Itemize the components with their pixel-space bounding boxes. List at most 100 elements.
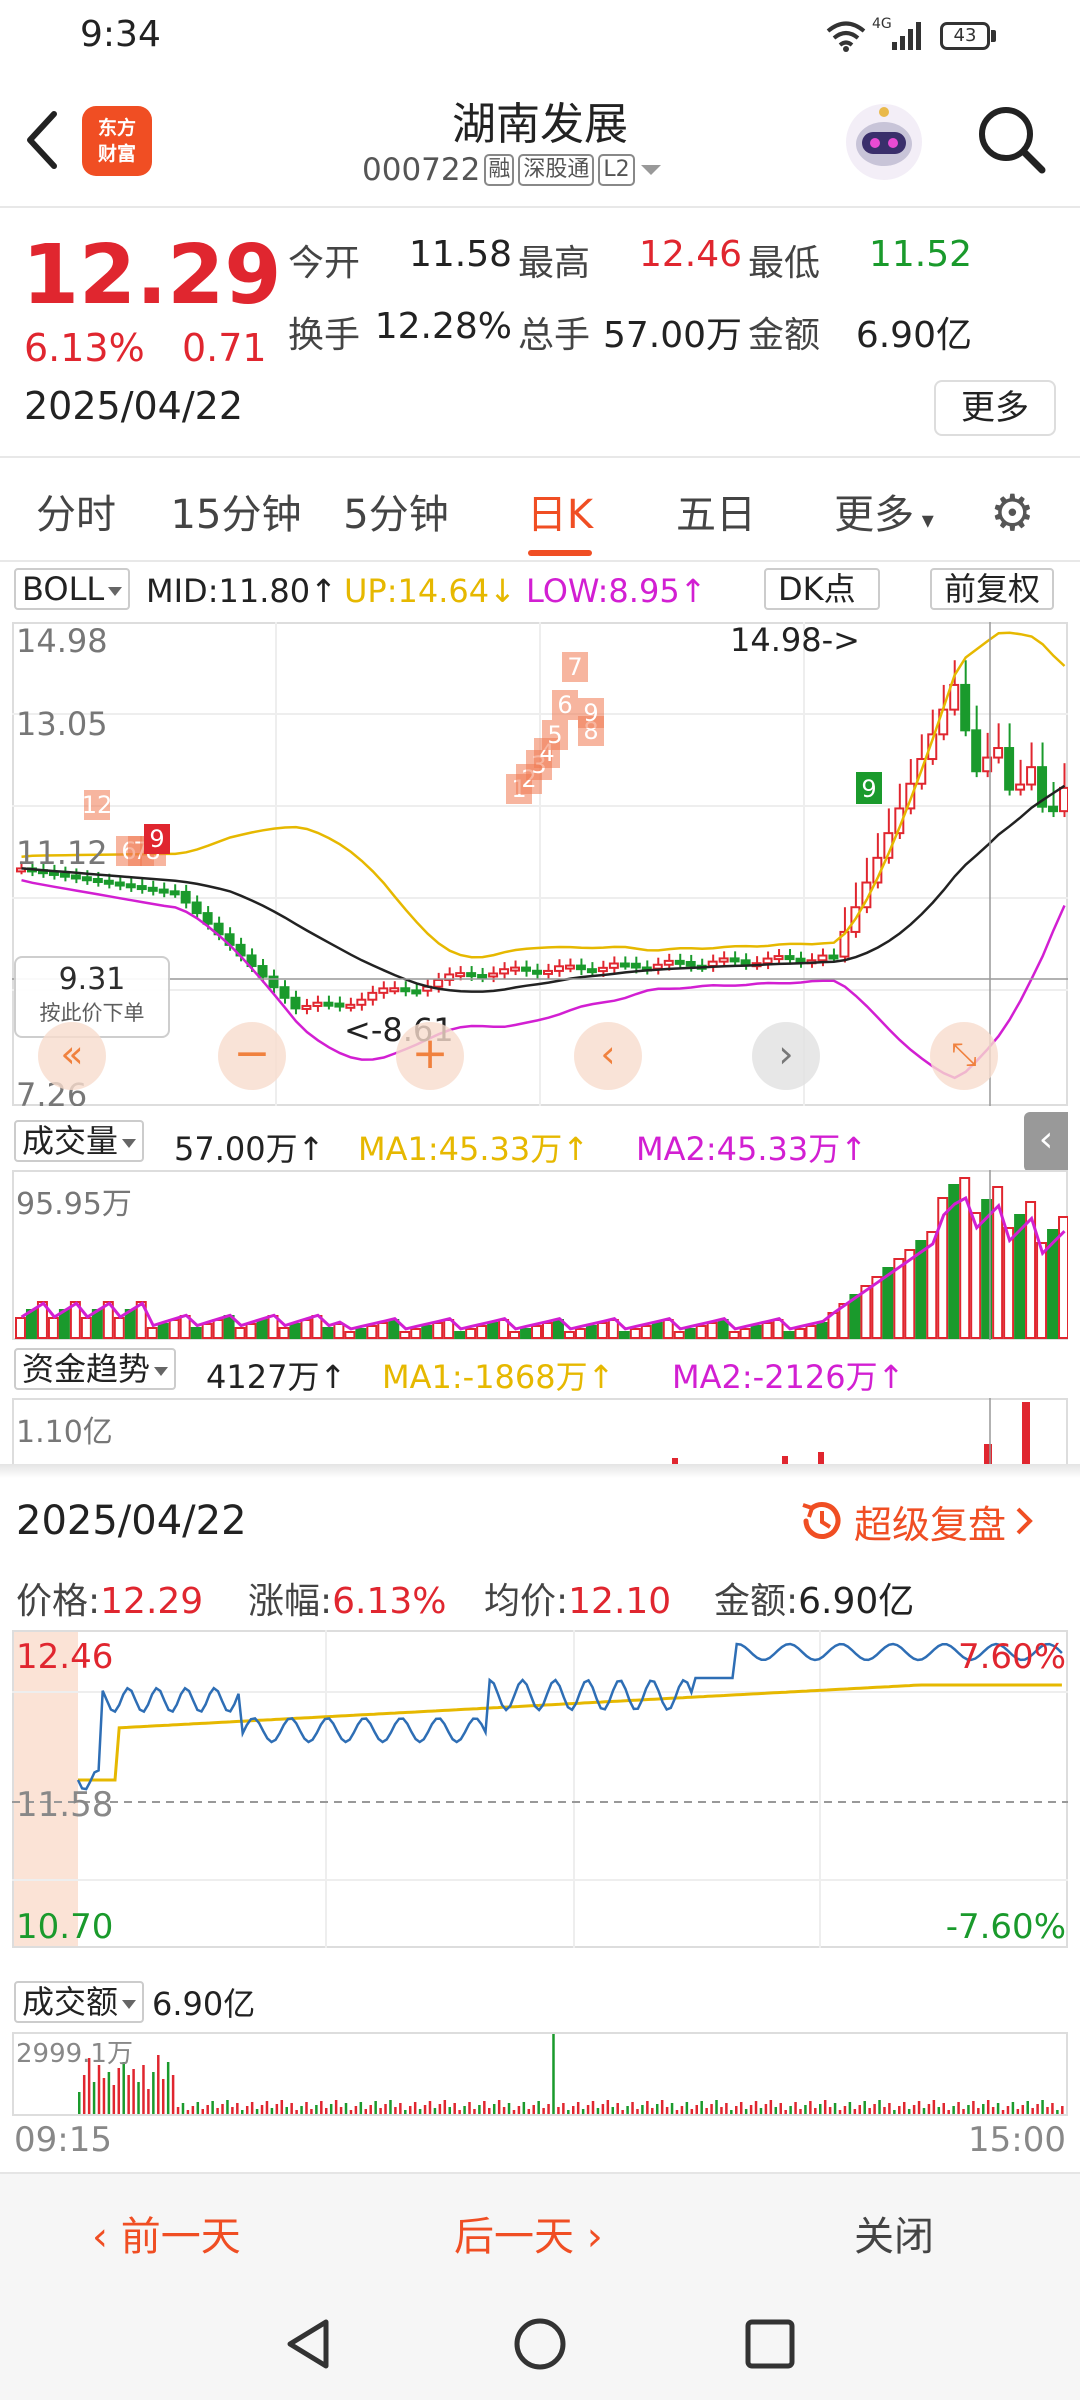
tab-0[interactable]: 分时 (0, 482, 156, 540)
candle-body (70, 874, 81, 880)
next-day-button[interactable]: 后一天 › (454, 2204, 603, 2262)
candle-body (707, 960, 718, 967)
amount-bar (710, 2104, 713, 2114)
candle-body (993, 747, 1004, 759)
amount-bar (952, 2106, 955, 2114)
volume-bar (234, 1327, 246, 1339)
candle-body (960, 683, 971, 732)
history-clock-icon (802, 1502, 841, 1539)
close-button[interactable]: 关闭 (854, 2204, 934, 2262)
amount-bar (206, 2105, 209, 2114)
volume-select[interactable]: 成交量 (14, 1120, 145, 1162)
amount-bar (646, 2101, 649, 2114)
nav-home-icon[interactable] (512, 2316, 568, 2372)
candle-body (191, 901, 202, 915)
intraday-chart[interactable]: 12.46 11.58 10.70 7.60% -7.60% (12, 1630, 1068, 1948)
amount-bar (394, 2107, 397, 2114)
boll-low: LOW:8.95↑ (526, 572, 707, 610)
amount-bar (384, 2104, 387, 2114)
search-icon[interactable] (976, 104, 1048, 176)
review-stat: 价格:12.29 (16, 1572, 203, 1624)
stock-code: 000722 (362, 152, 481, 188)
candle-body (202, 912, 213, 925)
scroll-far-left-button[interactable]: « (38, 1022, 106, 1090)
volume-bar (574, 1328, 586, 1339)
tab-2[interactable]: 5分钟 (316, 482, 476, 540)
dk-point-button[interactable]: DK点 (764, 568, 880, 610)
volume-bar (333, 1323, 345, 1339)
nav-back-icon[interactable] (282, 2316, 334, 2372)
amount-bar (1016, 2109, 1020, 2114)
amount-value: 6.90亿 (152, 1985, 256, 2023)
next-day-label: 后一天 (454, 2214, 574, 2260)
tab-4[interactable]: 五日 (636, 482, 796, 540)
amount-select[interactable]: 成交额 (14, 1981, 145, 2023)
price-tip[interactable]: 9.31 按此价下单 (14, 956, 170, 1038)
nav-recents-icon[interactable] (744, 2318, 796, 2370)
candle-body (1004, 747, 1015, 791)
volume-bar (256, 1319, 268, 1339)
prev-day-button[interactable]: ‹ 前一天 (92, 2204, 241, 2262)
amount-bar (374, 2101, 377, 2114)
scroll-left-button[interactable]: ‹ (574, 1022, 642, 1090)
stat-value: 12.46 (638, 234, 742, 275)
stock-code-row[interactable]: 000722 融 深股通 L2 (362, 150, 663, 190)
amount-bar (1026, 2101, 1029, 2114)
candle-body (433, 978, 444, 988)
tab-label: 分时 (36, 492, 116, 538)
capital-select[interactable]: 资金趋势 (14, 1348, 177, 1390)
candle-body (971, 729, 982, 773)
adjust-price-button[interactable]: 前复权 (930, 568, 1055, 610)
zoom-in-button[interactable]: + (396, 1022, 464, 1090)
volume-bar (509, 1331, 521, 1339)
review-stat: 涨幅:6.13% (248, 1572, 447, 1624)
amount-bar (567, 2110, 570, 2114)
zoom-out-button[interactable]: − (218, 1022, 286, 1090)
amount-bar (201, 2109, 204, 2114)
candle-body (312, 1001, 323, 1007)
robot-assistant-icon[interactable] (842, 100, 926, 184)
tab-5[interactable]: 更多 ▾ (804, 482, 964, 540)
volume-bar (728, 1331, 740, 1339)
tab-3[interactable]: 日K (480, 482, 640, 556)
candle-body (663, 959, 674, 966)
candle-body (652, 963, 663, 970)
candle-body (685, 960, 696, 967)
candle-body (455, 972, 466, 978)
amount-bar (537, 2101, 540, 2114)
amount-bar (853, 2109, 857, 2114)
back-icon[interactable] (22, 108, 62, 172)
amount-bar (453, 2103, 456, 2114)
amount-bar (512, 2110, 516, 2114)
amount-bar (275, 2104, 279, 2114)
candle-body (136, 885, 147, 891)
amount-bar (438, 2104, 442, 2114)
amount-bar (408, 2106, 412, 2114)
amount-bar (922, 2108, 926, 2114)
volume-bar (640, 1325, 652, 1339)
scroll-right-button[interactable]: › (752, 1022, 820, 1090)
amount-bar (769, 2100, 773, 2114)
amount-bar (868, 2108, 871, 2114)
amount-max: 2999.1万 (16, 2039, 133, 2069)
volume-bar (322, 1327, 334, 1339)
more-button[interactable]: 更多 (934, 380, 1056, 436)
amount-bar (784, 2110, 787, 2114)
amount-bar (621, 2110, 624, 2114)
volume-bar (344, 1331, 356, 1339)
amount-bar (290, 2103, 293, 2114)
fullscreen-button[interactable]: ⤡ (930, 1022, 998, 1090)
collapse-side-button[interactable]: ‹ (1024, 1112, 1068, 1172)
tab-1[interactable]: 15分钟 (156, 482, 316, 540)
kline-chart[interactable]: 1267891234567899 14.98 13.05 11.12 7.26 … (12, 622, 1068, 1106)
amount-bar (641, 2105, 644, 2114)
stat-value: 11.58 (408, 234, 512, 275)
super-review-button[interactable]: 超级复盘 (798, 1496, 1034, 1547)
indicator-select[interactable]: BOLL (14, 568, 131, 610)
candle-body (608, 962, 619, 969)
amount-bar (967, 2105, 970, 2114)
settings-gear-icon[interactable]: ⚙ (990, 484, 1035, 542)
app-logo[interactable]: 东方 财富 (82, 106, 152, 176)
volume-bar (201, 1323, 213, 1339)
amount-bar (982, 2104, 985, 2114)
